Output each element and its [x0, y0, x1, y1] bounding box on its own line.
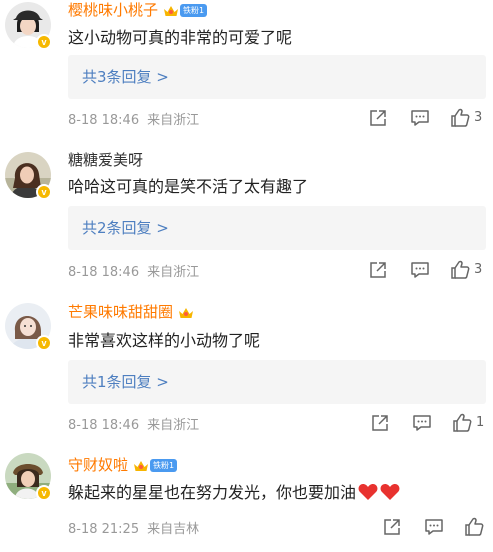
like-icon [451, 260, 470, 279]
comment-text: 这小动物可真的非常的可爱了呢 [68, 28, 293, 47]
crown-icon [163, 3, 179, 17]
username[interactable]: 芒果味味甜甜圈 [68, 302, 173, 322]
comment-meta: 8-18 21:25 来自吉林 [68, 518, 207, 537]
comment-item: v 守财奴啦 铁粉1 躲起来的星星也在努力发光，你也要加油 8-18 21:25… [0, 440, 493, 552]
like-icon [453, 413, 472, 432]
share-icon [370, 110, 386, 126]
comment-location: 来自浙江 [147, 265, 200, 280]
like-button[interactable] [464, 516, 484, 536]
like-count: 1 [476, 414, 485, 430]
like-icon [465, 517, 484, 536]
comment-date: 8-18 18:46 [68, 418, 140, 433]
crown-icon [133, 458, 149, 472]
verified-badge-icon: v [36, 34, 52, 50]
replies-box[interactable]: 共1条回复 > [68, 360, 486, 404]
view-replies-link[interactable]: 共3条回复 > [82, 66, 169, 88]
fan-badge: 铁粉1 [150, 458, 178, 472]
comment-button[interactable] [424, 517, 444, 537]
view-replies-link[interactable]: 共2条回复 > [82, 217, 169, 239]
share-button[interactable] [369, 260, 387, 280]
comment-icon [425, 519, 443, 535]
comment-item: v 糖糖爱美呀 哈哈这可真的是笑不活了太有趣了 共2条回复 > 8-18 18:… [0, 140, 493, 290]
comment-button[interactable] [410, 108, 430, 128]
comment-meta: 8-18 18:46 来自浙江 [68, 414, 207, 433]
share-icon [372, 415, 388, 431]
view-replies-link[interactable]: 共1条回复 > [82, 371, 169, 393]
like-button[interactable]: 3 [450, 107, 482, 127]
verified-badge-icon: v [36, 485, 52, 501]
replies-box[interactable]: 共3条回复 > [68, 55, 486, 99]
comment-date: 8-18 21:25 [68, 522, 140, 537]
crown-icon [178, 305, 194, 319]
replies-box[interactable]: 共2条回复 > [68, 206, 486, 250]
comment-date: 8-18 18:46 [68, 113, 140, 128]
comment-location: 来自浙江 [147, 418, 200, 433]
fan-badge: 铁粉1 [180, 3, 208, 17]
comment-button[interactable] [412, 413, 432, 433]
comment-text: 非常喜欢这样的小动物了呢 [68, 331, 261, 350]
comment-icon [413, 415, 431, 431]
comment-icon [411, 110, 429, 126]
like-button[interactable]: 3 [450, 259, 482, 279]
share-button[interactable] [371, 413, 389, 433]
username[interactable]: 樱桃味小桃子 [68, 0, 158, 20]
share-button[interactable] [369, 108, 387, 128]
like-count: 3 [474, 261, 483, 277]
like-button[interactable]: 1 [452, 412, 484, 432]
comment-button[interactable] [410, 260, 430, 280]
like-count: 3 [474, 109, 483, 125]
share-button[interactable] [383, 517, 401, 537]
like-icon [451, 108, 470, 127]
comment-meta: 8-18 18:46 来自浙江 [68, 261, 207, 280]
username[interactable]: 守财奴啦 [68, 455, 128, 475]
username[interactable]: 糖糖爱美呀 [68, 150, 143, 170]
share-icon [370, 262, 386, 278]
comment-text: 躲起来的星星也在努力发光，你也要加油 [68, 482, 400, 504]
comment-item: v 芒果味味甜甜圈 非常喜欢这样的小动物了呢 共1条回复 > 8-18 18:4… [0, 290, 493, 440]
comment-item: v 樱桃味小桃子 铁粉1 这小动物可真的非常的可爱了呢 共3条回复 > 8-18… [0, 0, 493, 140]
comment-location: 来自浙江 [147, 113, 200, 128]
verified-badge-icon: v [36, 335, 52, 351]
comment-meta: 8-18 18:46 来自浙江 [68, 109, 207, 128]
share-icon [384, 519, 400, 535]
comment-location: 来自吉林 [147, 522, 200, 537]
heart-icon [358, 484, 378, 500]
heart-icon [380, 484, 400, 500]
comment-text-body: 躲起来的星星也在努力发光，你也要加油 [68, 483, 357, 502]
comment-date: 8-18 18:46 [68, 265, 140, 280]
comment-text: 哈哈这可真的是笑不活了太有趣了 [68, 177, 309, 196]
comment-icon [411, 262, 429, 278]
verified-badge-icon: v [36, 184, 52, 200]
